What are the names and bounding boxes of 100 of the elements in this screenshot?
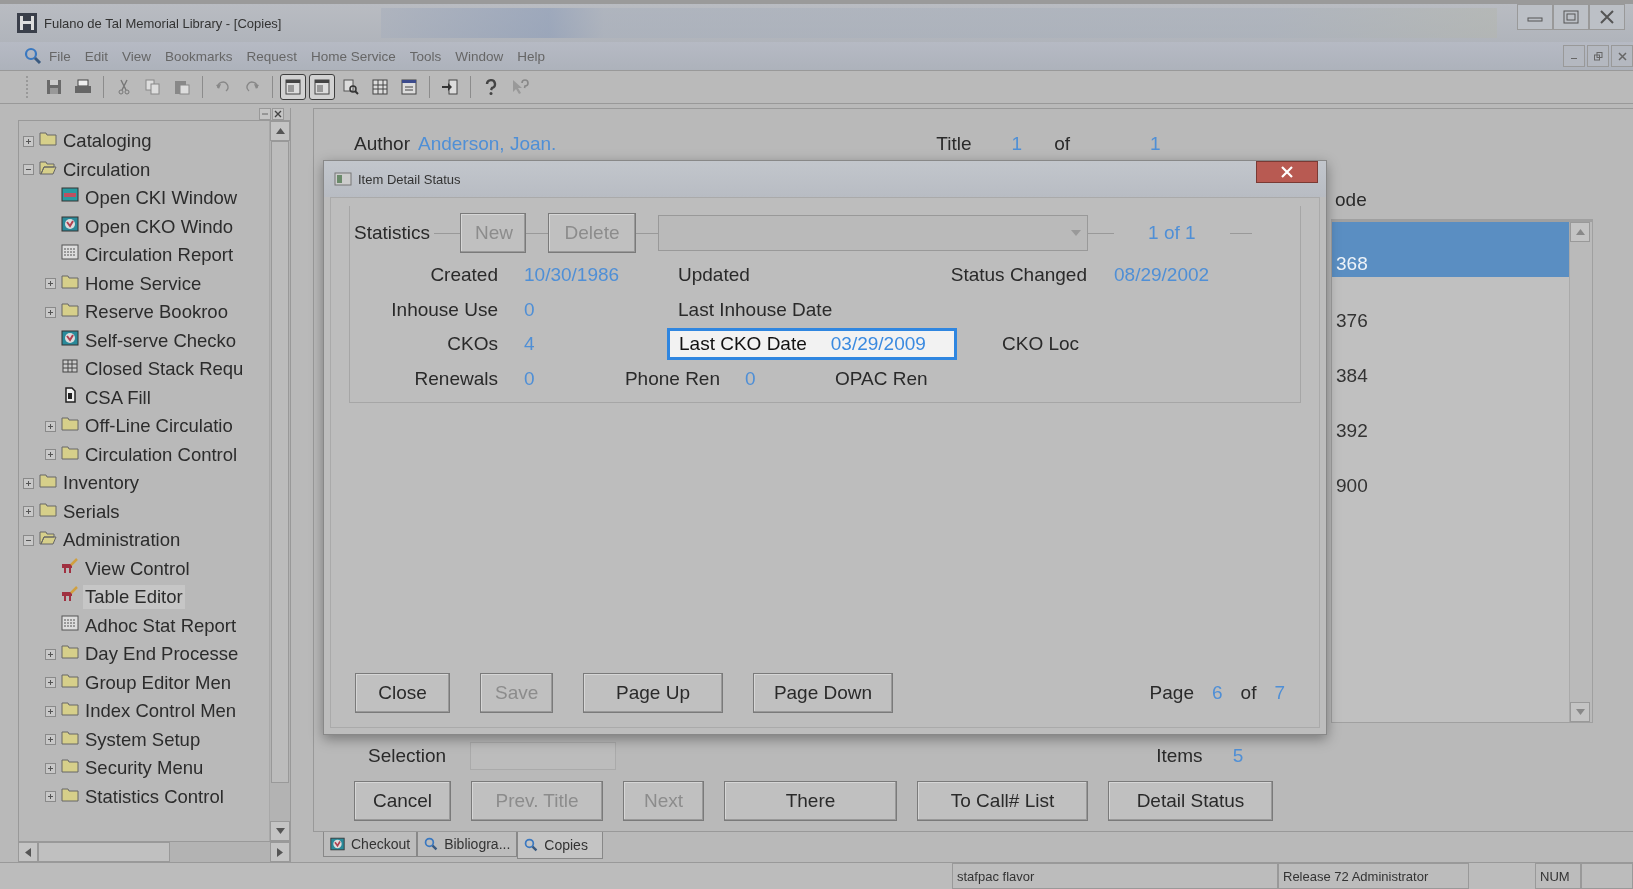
document-tab[interactable]: Copies [517,832,603,859]
field-value: 10/30/1986 [523,264,621,287]
selection-field[interactable] [470,742,617,770]
field-value: 08/29/2002 [1113,264,1210,287]
action-button[interactable]: There [724,781,897,821]
expand-toggle-icon[interactable] [45,762,56,774]
scroll-left-button[interactable] [18,842,38,862]
expand-toggle-icon[interactable] [23,135,34,147]
toolbar-button[interactable] [280,74,306,100]
globe-icon [61,329,79,346]
list-row[interactable]: 384 [1332,332,1569,387]
tree-item[interactable]: Group Editor Men [83,670,233,695]
action-button[interactable]: Detail Status [1108,781,1273,821]
expand-toggle-icon[interactable] [23,534,34,546]
tree-item[interactable]: Home Service [83,271,204,296]
tree-item[interactable]: Circulation [61,157,153,182]
expand-toggle-icon[interactable] [23,477,34,489]
up-arrow-icon [1575,229,1585,235]
action-button[interactable]: To Call# List [917,781,1088,821]
expand-toggle-icon[interactable] [45,791,56,803]
expand-toggle-icon[interactable] [45,449,56,461]
expand-toggle-icon[interactable] [45,705,56,717]
list-row[interactable]: 392 [1332,387,1569,442]
tree-item[interactable]: Open CKI Window [83,186,240,211]
up-arrow-icon [275,128,285,134]
globe-icon [61,215,79,232]
field-label: Inhouse Use [390,298,498,321]
search-icon [424,837,439,851]
tree-item[interactable]: Closed Stack Requ [83,357,246,382]
dialog-button[interactable]: Page Up [583,673,723,713]
tree-item[interactable]: Table Editor [83,585,185,610]
scroll-right-button[interactable] [270,842,290,862]
restore-button[interactable] [1587,45,1609,67]
tree-item[interactable]: Circulation Report [83,243,236,268]
tree-item[interactable]: View Control [83,556,192,581]
tree-item[interactable]: Day End Processe [83,642,241,667]
expand-toggle-icon[interactable] [23,164,34,176]
expand-toggle-icon[interactable] [45,306,56,318]
tree-item[interactable]: System Setup [83,727,203,752]
table-icon [371,78,389,96]
window-title: Fulano de Tal Memorial Library - [Copies] [44,15,282,31]
expand-toggle-icon[interactable] [45,278,56,290]
close-icon [1599,10,1615,24]
folder-icon [61,700,79,717]
folder-icon [39,130,57,147]
document-tab[interactable]: Checkout [323,832,418,857]
tree-item[interactable]: Adhoc Stat Report [83,613,239,638]
tree-item[interactable]: Reserve Bookroo [83,300,230,325]
scroll-up-button[interactable] [270,121,290,141]
page-total: 7 [1274,682,1285,704]
context-help-icon [511,78,529,96]
scrollbar-thumb[interactable] [271,141,289,783]
folder-icon [61,785,79,802]
field-value: 0 [523,298,536,321]
tree-item[interactable]: Administration [61,528,183,553]
tree-item[interactable]: Security Menu [83,756,206,781]
save-icon [45,78,63,96]
group-title: Statistics [353,222,432,244]
expand-toggle-icon[interactable] [23,506,34,518]
field-label: Created [429,264,498,287]
down-arrow-icon [1575,709,1585,715]
document-tab[interactable]: Bibliogra... [417,832,518,857]
search-icon [24,47,42,65]
folder-icon [61,443,79,460]
expand-toggle-icon[interactable] [45,648,56,660]
action-button[interactable]: Cancel [354,781,451,821]
tree-item[interactable]: Cataloging [61,129,154,154]
tree-item[interactable]: Circulation Control [83,442,240,467]
close-button[interactable] [1589,4,1625,30]
status-panel: stafpac flavor [952,863,1278,889]
tree-item[interactable]: Self-serve Checko [83,328,239,353]
toolbar-button[interactable] [309,74,335,100]
expand-toggle-icon[interactable] [45,677,56,689]
focused-field[interactable]: Last CKO Date 03/29/2009 [667,328,957,361]
expand-toggle-icon[interactable] [45,420,56,432]
print-icon [74,78,92,96]
field-value: 4 [523,333,536,356]
field-label: Status Changed [949,264,1087,287]
right-arrow-icon [277,847,283,857]
dialog-button[interactable]: Page Down [753,673,893,713]
scrollbar-thumb[interactable] [38,842,170,862]
tree-item[interactable]: Statistics Control [83,784,226,809]
tree-item[interactable]: Serials [61,499,122,524]
tree-item[interactable]: CSA Fill [83,385,153,410]
folder-icon [61,301,79,318]
list-row[interactable]: 900 [1332,442,1569,497]
paste-icon [173,78,191,96]
tree-item[interactable]: Index Control Men [83,699,239,724]
dialog-button[interactable]: Close [355,673,450,713]
close-icon [1280,166,1294,178]
tree-item[interactable]: Inventory [61,471,142,496]
list-row[interactable]: 376 [1332,277,1569,332]
tree-item[interactable]: Off-Line Circulatio [83,414,235,439]
title-total: 1 [1150,133,1161,155]
expand-toggle-icon[interactable] [45,734,56,746]
tree-item[interactable]: Open CKO Windo [83,214,236,239]
close-button[interactable] [272,108,284,120]
close-button[interactable] [1256,161,1318,183]
folder-icon [39,500,57,517]
scroll-down-button[interactable] [270,821,290,841]
